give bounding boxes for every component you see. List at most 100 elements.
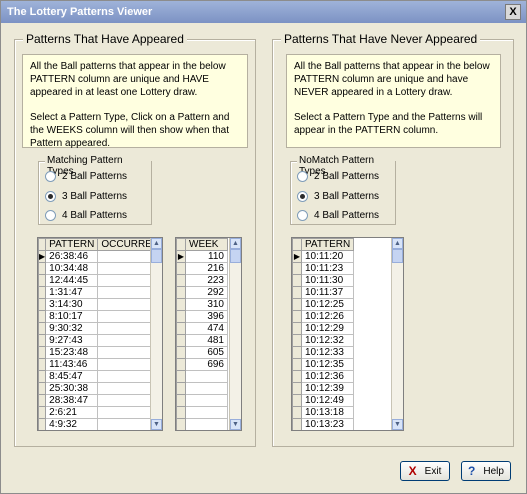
table-cell[interactable] (185, 382, 228, 395)
row-selector[interactable] (38, 382, 47, 395)
current-row-pointer-icon[interactable]: ▶ (38, 250, 47, 263)
row-selector[interactable] (176, 382, 186, 395)
table-row[interactable]: 10:12:26 (292, 310, 355, 323)
table-cell[interactable]: 223 (185, 274, 228, 287)
radio-2-ball[interactable]: 2 Ball Patterns (45, 169, 127, 183)
table-row[interactable]: 15:23:488 (38, 346, 162, 359)
table-row[interactable]: 10:12:32 (292, 334, 355, 347)
row-selector[interactable] (176, 310, 186, 323)
table-cell[interactable]: 10:13:18 (300, 406, 355, 419)
exit-button[interactable]: X Exit (400, 461, 450, 481)
row-selector[interactable] (38, 406, 47, 419)
weeks-grid[interactable]: WEEK ▶ 110 216 223 292 310 396 474 481 605 696 ▲ ▼ (175, 237, 242, 431)
table-row[interactable]: 10:12:39 (292, 382, 355, 395)
scroll-thumb[interactable] (392, 249, 403, 263)
vertical-scrollbar[interactable]: ▲ ▼ (150, 238, 162, 430)
table-cell[interactable]: 10:12:35 (300, 358, 355, 371)
table-cell[interactable]: 10:34:48 (45, 262, 99, 275)
row-selector[interactable] (38, 274, 47, 287)
scroll-thumb[interactable] (151, 249, 162, 263)
row-selector[interactable] (38, 394, 47, 407)
table-row[interactable]: 605 (176, 346, 228, 359)
row-selector[interactable] (292, 346, 302, 359)
row-selector[interactable] (292, 370, 302, 383)
row-selector[interactable] (38, 262, 47, 275)
scroll-up-icon[interactable]: ▲ (230, 238, 241, 249)
table-cell[interactable]: 310 (185, 298, 228, 311)
row-selector[interactable] (176, 406, 186, 419)
row-selector[interactable] (292, 322, 302, 335)
scroll-down-icon[interactable]: ▼ (392, 419, 403, 430)
pattern-column-header[interactable]: PATTERN (45, 238, 99, 251)
table-row[interactable]: 10:12:33 (292, 346, 355, 359)
table-row[interactable]: 8:45:478 (38, 370, 162, 383)
row-selector[interactable] (38, 370, 47, 383)
vertical-scrollbar[interactable]: ▲ ▼ (391, 238, 403, 430)
table-row[interactable]: 10:11:37 (292, 286, 355, 299)
table-row[interactable]: 10:13:23 (292, 418, 355, 430)
table-row[interactable]: ▶ 10:11:20 (292, 250, 355, 263)
table-row[interactable]: 10:12:25 (292, 298, 355, 311)
radio-4-ball[interactable]: 4 Ball Patterns (297, 208, 379, 222)
table-cell[interactable] (185, 370, 228, 383)
table-cell[interactable]: 605 (185, 346, 228, 359)
row-selector[interactable] (176, 262, 186, 275)
table-row[interactable]: 10:12:36 (292, 370, 355, 383)
table-cell[interactable]: 4:9:32 (45, 418, 99, 430)
close-button[interactable]: X (505, 4, 521, 20)
table-cell[interactable]: 2:6:21 (45, 406, 99, 419)
table-row[interactable]: 10:12:49 (292, 394, 355, 407)
help-button[interactable]: ? Help (461, 461, 511, 481)
row-selector[interactable] (38, 358, 47, 371)
week-column-header[interactable]: WEEK (185, 238, 228, 251)
table-cell[interactable]: 10:11:30 (300, 274, 355, 287)
table-row[interactable]: 10:11:30 (292, 274, 355, 287)
table-row[interactable]: 10:12:29 (292, 322, 355, 335)
table-row[interactable]: 10:13:18 (292, 406, 355, 419)
table-cell[interactable]: 8:10:17 (45, 310, 99, 323)
row-selector[interactable] (38, 310, 47, 323)
table-cell[interactable]: 10:11:23 (300, 262, 355, 275)
table-cell[interactable]: 10:12:33 (300, 346, 355, 359)
scroll-up-icon[interactable]: ▲ (151, 238, 162, 249)
table-cell[interactable]: 3:14:30 (45, 298, 99, 311)
table-row[interactable]: 396 (176, 310, 228, 323)
table-cell[interactable]: 9:27:43 (45, 334, 99, 347)
row-selector[interactable] (292, 394, 302, 407)
scroll-thumb[interactable] (230, 249, 241, 263)
radio-2-ball[interactable]: 2 Ball Patterns (297, 169, 379, 183)
table-row[interactable]: ▶ 110 (176, 250, 228, 263)
row-selector[interactable] (176, 394, 186, 407)
table-row[interactable]: 216 (176, 262, 228, 275)
row-selector[interactable] (176, 358, 186, 371)
table-cell[interactable]: 474 (185, 322, 228, 335)
scroll-up-icon[interactable]: ▲ (392, 238, 403, 249)
row-selector[interactable] (38, 286, 47, 299)
table-row[interactable] (176, 418, 228, 430)
table-row[interactable]: 11:43:468 (38, 358, 162, 371)
table-cell[interactable]: 1:31:47 (45, 286, 99, 299)
table-row[interactable] (176, 382, 228, 395)
table-row[interactable]: 1:31:478 (38, 286, 162, 299)
table-row[interactable]: 10:12:35 (292, 358, 355, 371)
table-row[interactable]: 310 (176, 298, 228, 311)
table-cell[interactable]: 10:12:29 (300, 322, 355, 335)
row-selector[interactable] (38, 346, 47, 359)
table-row[interactable]: 25:30:388 (38, 382, 162, 395)
table-cell[interactable]: 396 (185, 310, 228, 323)
radio-3-ball[interactable]: 3 Ball Patterns (45, 189, 127, 203)
row-selector[interactable] (292, 382, 302, 395)
row-selector[interactable] (292, 418, 302, 430)
row-selector[interactable] (176, 298, 186, 311)
row-selector[interactable] (292, 406, 302, 419)
table-cell[interactable]: 28:38:47 (45, 394, 99, 407)
table-cell[interactable] (185, 418, 228, 430)
table-cell[interactable]: 12:44:45 (45, 274, 99, 287)
row-selector[interactable] (292, 262, 302, 275)
table-cell[interactable]: 10:11:37 (300, 286, 355, 299)
table-row[interactable]: 12:44:459 (38, 274, 162, 287)
row-selector[interactable] (176, 286, 186, 299)
row-selector[interactable] (176, 322, 186, 335)
table-cell[interactable]: 292 (185, 286, 228, 299)
table-cell[interactable]: 10:11:20 (300, 250, 355, 263)
